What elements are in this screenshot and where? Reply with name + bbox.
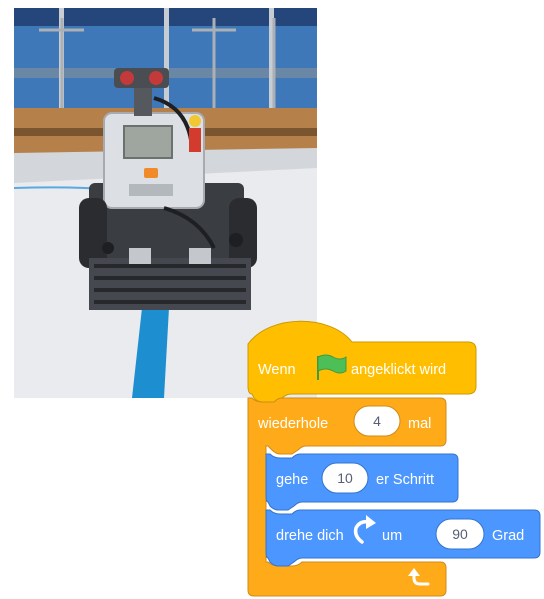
move-steps-input[interactable]: 10	[321, 462, 369, 494]
repeat-count-input[interactable]: 4	[353, 405, 401, 437]
repeat-unit-label: mal	[408, 416, 431, 432]
turn-unit-label: Grad	[492, 528, 524, 544]
repeat-label: wiederhole	[257, 416, 328, 432]
turn-label: drehe dich	[276, 528, 344, 544]
turn-degrees-input[interactable]: 90	[435, 518, 485, 550]
move-steps-value: 10	[337, 470, 353, 486]
move-label: gehe	[276, 472, 308, 488]
turn-block[interactable]: drehe dich um 90 Grad	[265, 509, 541, 567]
move-block[interactable]: gehe 10 er Schritt	[265, 453, 459, 511]
scratch-script: Wenn angeklickt wird wiederhole 4 mal ge…	[247, 320, 541, 597]
repeat-count-value: 4	[373, 413, 381, 429]
hat-block-when-flag-clicked[interactable]: Wenn angeklickt wird	[247, 320, 477, 403]
turn-degrees-value: 90	[452, 526, 468, 542]
hat-prefix-label: Wenn	[258, 362, 296, 378]
hat-suffix-label: angeklickt wird	[351, 362, 446, 378]
move-unit-label: er Schritt	[376, 472, 434, 488]
turn-um-label: um	[382, 528, 402, 544]
